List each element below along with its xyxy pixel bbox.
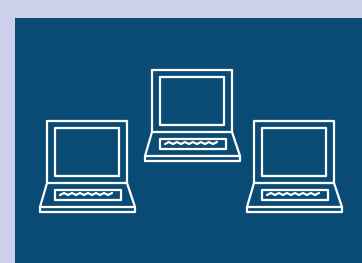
outer-frame <box>0 0 362 263</box>
laptop-icon <box>245 119 344 214</box>
laptop-icon <box>143 68 242 163</box>
laptop-icon <box>38 119 137 214</box>
